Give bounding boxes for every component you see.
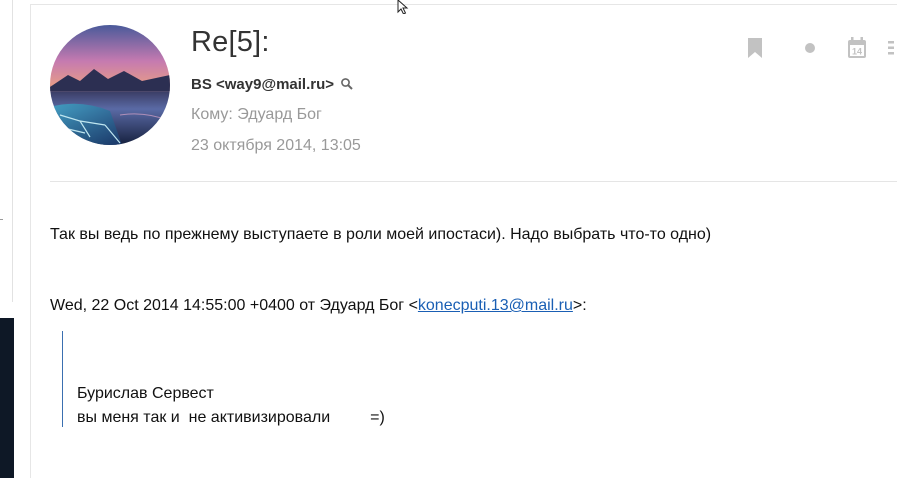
- calendar-button[interactable]: 14: [846, 36, 868, 60]
- quote-bar: [62, 331, 63, 427]
- more-button[interactable]: [884, 36, 897, 60]
- message-body: Так вы ведь по прежнему выступаете в рол…: [50, 226, 712, 243]
- dark-left-panel: [0, 318, 14, 478]
- recipient-label: Кому:: [191, 106, 233, 123]
- calendar-icon: 14: [848, 37, 866, 58]
- left-panel: [0, 0, 13, 302]
- header-divider: [50, 181, 897, 182]
- sender-address[interactable]: BS <way9@mail.ru>: [191, 76, 334, 93]
- more-vertical-icon: [888, 41, 894, 55]
- bookmark-button[interactable]: [744, 36, 766, 60]
- quote-header-suffix: >:: [572, 297, 587, 314]
- quote-sender-email-link[interactable]: konecputi.13@mail.ru: [418, 297, 573, 314]
- quote-line: вы меня так и не активизировали =): [77, 409, 385, 426]
- sender-row: BS <way9@mail.ru>: [191, 74, 354, 94]
- left-panel-tick: [0, 219, 3, 220]
- message-subject: Re[5]:: [191, 26, 270, 58]
- recipient-name[interactable]: Эдуард Бог: [237, 106, 322, 123]
- sender-avatar[interactable]: [50, 25, 170, 145]
- mouse-cursor-icon: [397, 0, 409, 14]
- recipient-row: Кому: Эдуард Бог: [191, 106, 322, 124]
- calendar-day: 14: [852, 47, 862, 57]
- bookmark-icon: [748, 38, 762, 58]
- search-icon[interactable]: [340, 77, 354, 91]
- quote-line: Бурислав Сервест: [77, 385, 214, 402]
- quote-header-prefix: Wed, 22 Oct 2014 14:55:00 +0400 от Эдуар…: [50, 297, 418, 314]
- quote-header: Wed, 22 Oct 2014 14:55:00 +0400 от Эдуар…: [50, 297, 587, 315]
- mail-reader: Re[5]: BS <way9@mail.ru> Кому: Эдуард Бо…: [0, 0, 897, 478]
- message-date: 23 октября 2014, 13:05: [191, 137, 361, 154]
- mark-unread-button[interactable]: [799, 36, 821, 60]
- unread-dot-icon: [805, 43, 815, 53]
